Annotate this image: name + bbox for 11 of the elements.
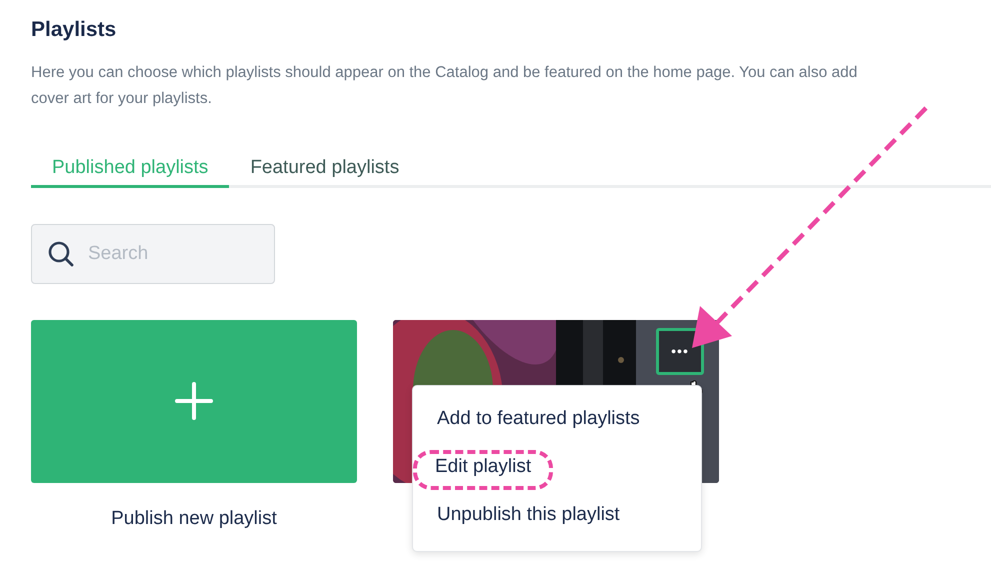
menu-item[interactable]: Add to featured playlists xyxy=(437,406,640,438)
page-description: Here you can choose which playlists should appear on the Catalog and be featured on the home page. You can also add cover art for your playlists. xyxy=(31,62,858,108)
add-playlist-button[interactable] xyxy=(31,320,357,482)
tab[interactable]: Featured playlists xyxy=(229,152,420,188)
page-title: Playlists xyxy=(31,17,116,43)
search-field[interactable]: Search xyxy=(31,224,275,284)
new-playlist-label: Publish new playlist xyxy=(111,506,277,530)
menu-item[interactable]: Unpublish this playlist xyxy=(437,502,620,534)
plus-icon xyxy=(175,382,213,420)
more-options-button[interactable]: ••• xyxy=(656,328,704,374)
search-icon xyxy=(47,240,75,268)
